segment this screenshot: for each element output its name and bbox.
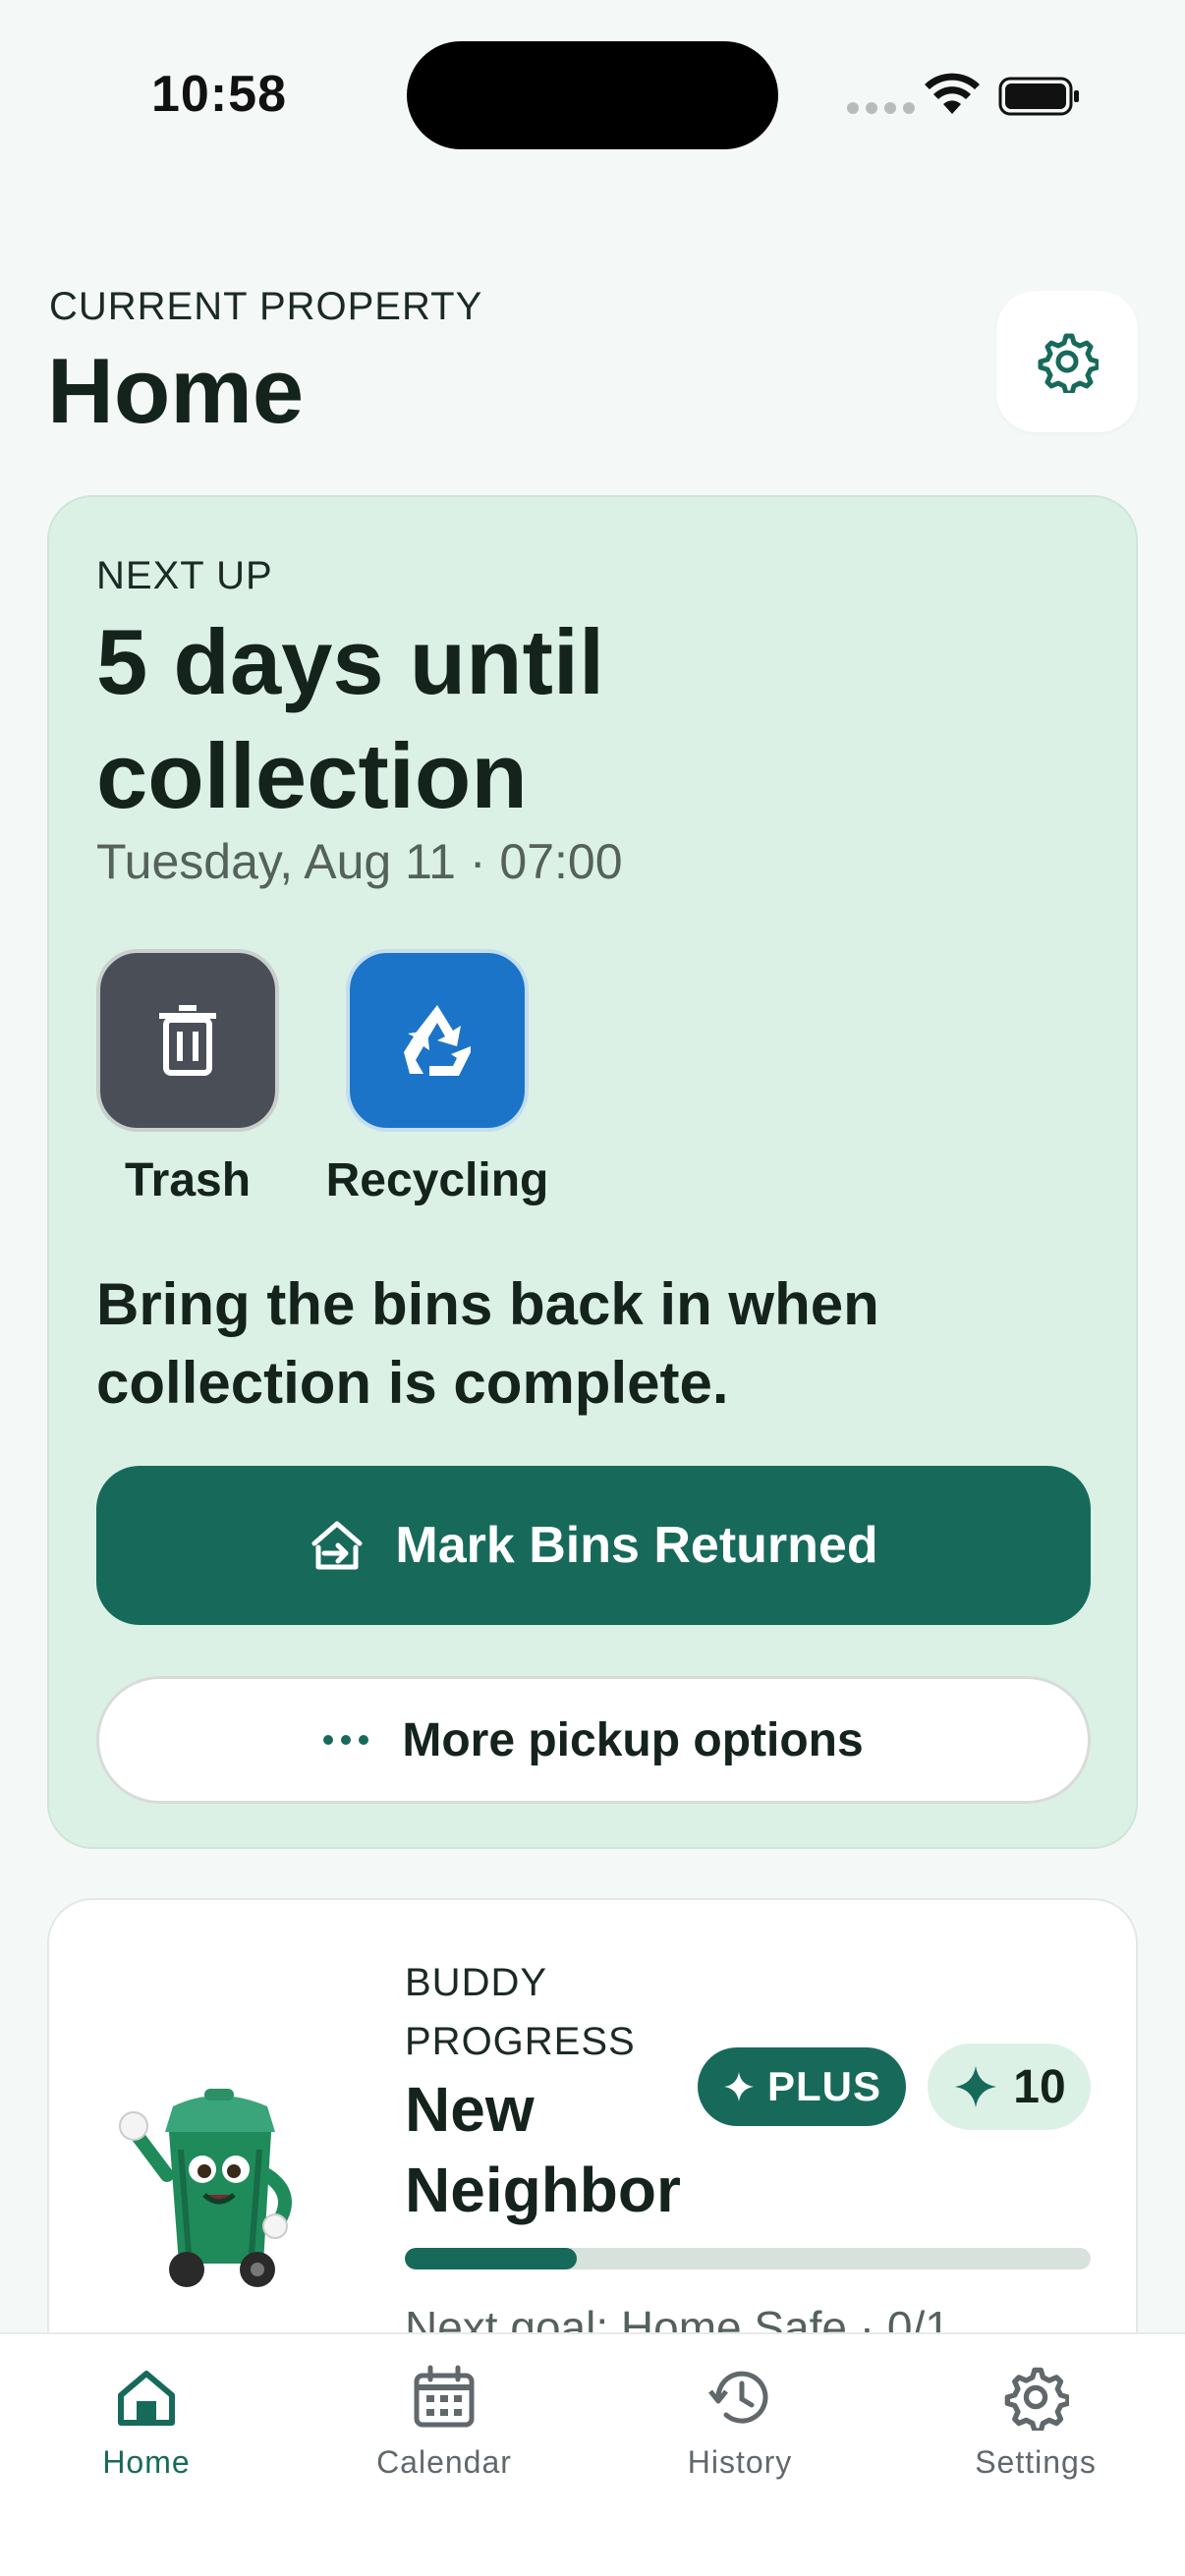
next-collection-card: NEXT UP 5 days until collection Tuesday,… — [47, 495, 1138, 1849]
tab-calendar[interactable]: Calendar — [321, 2356, 567, 2481]
bottom-tab-bar: Home Calendar History Settings — [0, 2332, 1185, 2576]
tab-settings-label: Settings — [975, 2444, 1097, 2480]
gear-icon — [1038, 333, 1099, 393]
plus-label: PLUS — [766, 2063, 881, 2109]
buddy-progress-bar — [405, 2248, 1091, 2269]
property-overline: CURRENT PROPERTY — [49, 285, 483, 328]
ellipsis-icon — [323, 1735, 369, 1745]
collection-date: Tuesday, Aug 11 · 07:00 — [96, 834, 623, 889]
wifi-icon — [925, 73, 980, 114]
points-badge: 10 — [928, 2044, 1091, 2130]
recycle-icon — [404, 1005, 471, 1076]
recycling-bin-tile[interactable] — [346, 949, 529, 1132]
buddy-level-name: New Neighbor — [405, 2074, 681, 2225]
settings-button[interactable] — [996, 291, 1138, 432]
tab-history[interactable]: History — [617, 2356, 863, 2481]
bin-mascot-image — [119, 2089, 292, 2287]
more-pickup-options-button[interactable]: More pickup options — [96, 1676, 1091, 1804]
mark-bins-returned-label: Mark Bins Returned — [395, 1517, 878, 1574]
calendar-icon — [414, 2365, 475, 2428]
app-screen: 10:58 CURRENT PROPERTY Home NEXT UP 5 da… — [0, 0, 1185, 2576]
mark-bins-returned-button[interactable]: Mark Bins Returned — [96, 1466, 1091, 1625]
next-up-overline: NEXT UP — [96, 554, 273, 597]
dynamic-island — [407, 41, 778, 149]
trash-bin-tile[interactable] — [96, 949, 279, 1132]
gear-icon — [1004, 2367, 1069, 2431]
tab-home-label: Home — [102, 2444, 191, 2480]
more-pickup-options-label: More pickup options — [402, 1713, 864, 1766]
history-icon — [708, 2371, 768, 2424]
battery-icon — [998, 77, 1079, 116]
house-icon — [118, 2371, 175, 2426]
return-arrow-icon — [311, 1521, 363, 1570]
tab-history-label: History — [687, 2444, 793, 2480]
sparkle-icon — [723, 2072, 754, 2101]
trash-icon — [159, 1005, 216, 1076]
plus-badge[interactable]: PLUS — [698, 2047, 906, 2126]
tab-settings[interactable]: Settings — [913, 2356, 1158, 2481]
points-count: 10 — [1013, 2060, 1066, 2113]
cellular-signal-icon — [847, 102, 915, 114]
return-bins-message: Bring the bins back in when collection i… — [96, 1271, 879, 1416]
status-time: 10:58 — [151, 66, 287, 123]
buddy-progress-fill — [405, 2248, 577, 2269]
sparkle-icon — [955, 2065, 997, 2108]
buddy-progress-overline: BUDDY PROGRESS — [405, 1961, 636, 2063]
countdown-title: 5 days until collection — [96, 610, 605, 827]
tab-calendar-label: Calendar — [376, 2444, 512, 2480]
recycling-label: Recycling — [325, 1154, 549, 1206]
page-title: Home — [47, 339, 305, 442]
trash-label: Trash — [124, 1154, 252, 1206]
buddy-progress-card[interactable]: BUDDY PROGRESS New Neighbor PLUS 10 Next… — [47, 1898, 1138, 2389]
tab-home[interactable]: Home — [24, 2356, 269, 2481]
